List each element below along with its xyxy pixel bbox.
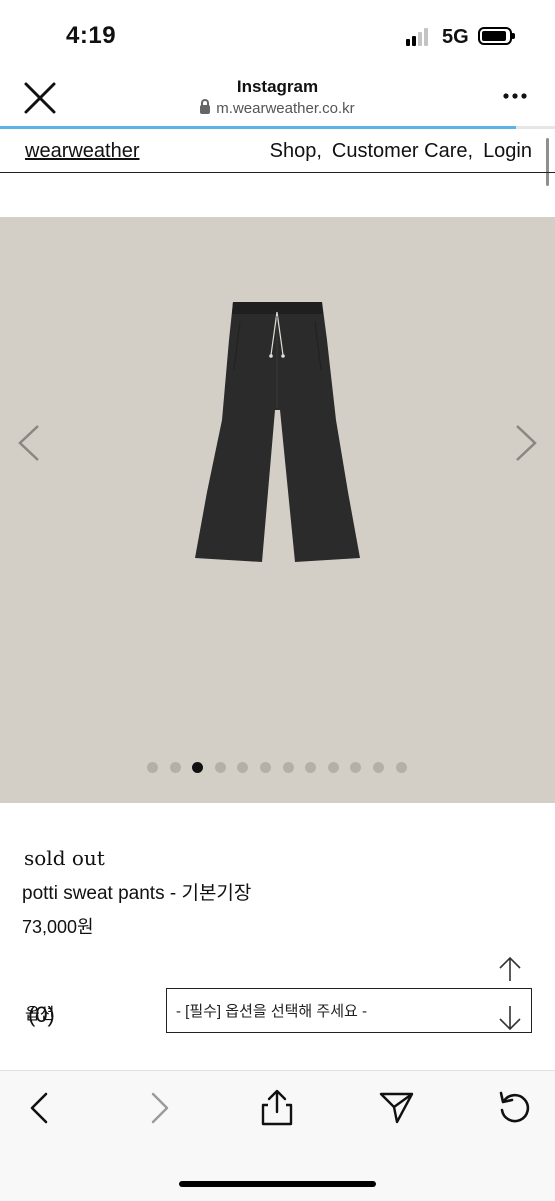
product-price: 73,000원 — [22, 917, 94, 937]
cart-count: (0) — [28, 1002, 55, 1027]
browser-title: Instagram — [236, 77, 319, 96]
more-icon — [503, 93, 527, 99]
next-image-button[interactable] — [513, 424, 539, 462]
carousel-dot[interactable] — [327, 762, 339, 773]
back-button[interactable] — [20, 1088, 60, 1128]
send-icon — [379, 1092, 414, 1124]
network-type: 5G — [442, 26, 469, 48]
reload-button[interactable] — [495, 1088, 535, 1128]
share-button[interactable] — [257, 1088, 297, 1128]
nav-customer-care[interactable]: Customer Care, — [332, 140, 473, 162]
forward-icon — [151, 1092, 169, 1124]
back-icon — [30, 1092, 48, 1124]
share-icon — [261, 1089, 293, 1126]
carousel-dot[interactable] — [282, 762, 294, 773]
lock-icon — [200, 99, 211, 114]
chevron-left-icon — [18, 425, 39, 461]
carousel-dot[interactable] — [214, 762, 226, 773]
reload-icon — [499, 1091, 530, 1123]
url-text: m.wearweather.co.kr — [216, 100, 355, 117]
send-button[interactable] — [377, 1088, 417, 1128]
previous-image-button[interactable] — [16, 424, 42, 462]
carousel-dot[interactable] — [259, 762, 271, 773]
scroll-down-button[interactable] — [496, 1004, 524, 1032]
load-progress-bar — [0, 126, 516, 129]
sold-out-label: sold out — [24, 846, 105, 870]
product-name: potti sweat pants - 기본기장 — [22, 883, 252, 904]
carousel-dot[interactable] — [147, 762, 158, 773]
url-display[interactable]: m.wearweather.co.kr — [0, 99, 555, 117]
nav-login[interactable]: Login — [483, 140, 532, 162]
divider — [0, 172, 555, 173]
option-select-value: - [필수] 옵션을 선택해 주세요 - — [176, 1003, 367, 1020]
arrow-down-icon — [499, 1006, 521, 1031]
carousel-dot[interactable] — [169, 762, 181, 773]
carousel-dot[interactable] — [350, 762, 362, 773]
site-logo-link[interactable]: wearweather — [25, 140, 140, 163]
scroll-up-button[interactable] — [496, 955, 524, 983]
cellular-signal-icon — [406, 28, 434, 46]
carousel-dot[interactable] — [395, 762, 407, 773]
battery-icon — [478, 27, 515, 45]
scrollbar[interactable] — [546, 138, 549, 186]
product-photo-pants — [195, 302, 360, 562]
arrow-up-icon — [499, 956, 521, 981]
chevron-right-icon — [516, 425, 537, 461]
forward-button[interactable] — [139, 1088, 179, 1128]
nav-shop[interactable]: Shop, — [270, 140, 322, 162]
status-time: 4:19 — [66, 22, 117, 49]
more-options-button[interactable] — [500, 86, 530, 106]
home-indicator — [179, 1181, 376, 1187]
carousel-dot[interactable] — [237, 762, 249, 773]
carousel-pagination[interactable] — [147, 762, 418, 774]
carousel-dot[interactable] — [192, 762, 204, 773]
site-nav: Shop, Customer Care, Login — [260, 140, 532, 163]
carousel-dot[interactable] — [372, 762, 384, 773]
carousel-dot[interactable] — [305, 762, 317, 773]
